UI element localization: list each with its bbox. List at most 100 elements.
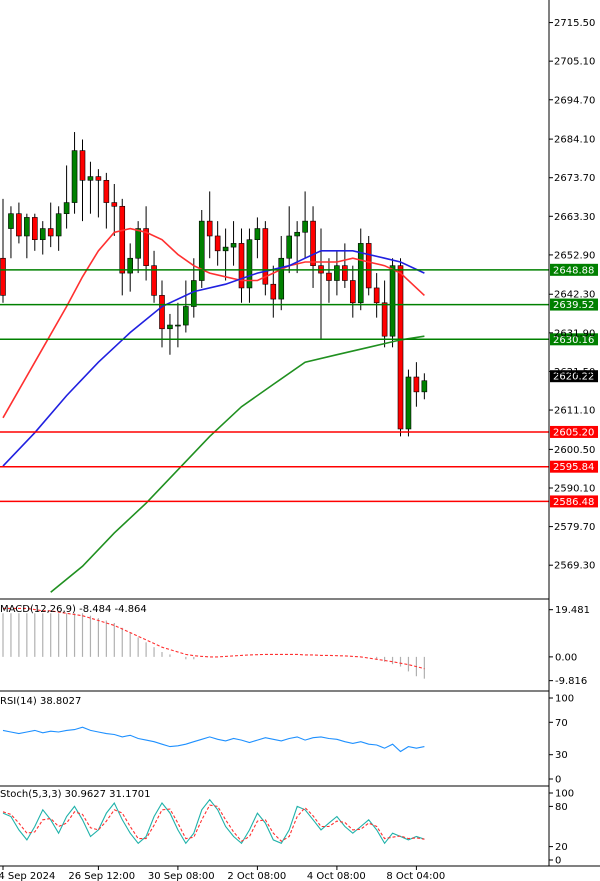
price-axis: 2715.50 2705.10 2694.70 2684.10 2673.70 2663.… [549,18,595,572]
price-tick-label: 2611.10 [554,406,595,417]
candle-body [198,220,205,281]
rsi-label: RSI(14) 38.8027 [0,696,81,707]
candle [413,362,420,407]
candle-body [381,302,388,337]
level-badge-label: 2639.52 [553,300,594,311]
level-badge-label: 2605.20 [553,427,594,438]
candle [397,258,404,437]
candle [103,172,110,229]
candle-body [39,228,46,240]
candle [151,250,157,303]
price-tick-label: 2705.10 [554,57,595,68]
price-tick-label: 2631.90 [554,328,595,339]
candle-body [71,150,78,203]
time-tick-label: 30 Sep 08:00 [148,871,215,881]
candle [373,273,380,318]
candle [254,217,261,259]
price-tick-label: 2600.50 [554,445,595,456]
time-tick-label: 24 Sep 2024 [0,871,55,881]
candle-body [373,287,380,304]
candle-body [365,243,372,289]
candle-body [421,380,428,393]
candle-body [310,220,316,266]
candle [167,313,173,355]
price-tick-label: 2673.70 [554,173,595,184]
candle-body [167,324,173,330]
candle-body [159,295,165,330]
candle [16,202,22,244]
stoch-tick-label: 100 [555,789,574,800]
candle-body [103,180,110,203]
level-lines: 2648.882639.522630.162605.202595.842586.… [0,263,598,508]
candle-body [286,235,293,259]
candle [175,302,181,348]
price-tick-label: 2642.30 [554,290,595,301]
candle [159,280,165,348]
candle [31,213,38,251]
candle-body [334,265,340,281]
candle-body [342,265,348,281]
time-axis: 24 Sep 2024 26 Sep 12:00 30 Sep 08:00 2 Oct… [0,866,445,881]
candle [24,213,30,259]
candle-body [24,217,30,237]
moving-average-line [50,335,425,593]
rsi-tick-label: 70 [555,718,568,729]
candle-body [254,228,261,240]
candle-body [79,150,86,181]
candle [0,198,6,303]
rsi-tick-label: 30 [555,750,568,761]
candle [79,139,86,222]
candle-body [63,202,70,215]
price-tick-label: 2621.50 [554,367,595,378]
price-tick-label: 2569.30 [554,561,595,572]
candle [95,169,102,218]
price-tick-label: 2652.90 [554,250,595,261]
candle [55,206,62,251]
price-tick-label: 2684.10 [554,135,595,146]
candle-body [214,235,221,252]
macd-tick-label: -9.816 [555,676,587,687]
macd-tick-label: 0.00 [555,652,577,663]
candle-body [111,202,118,207]
candle-body [294,231,300,237]
candle-body [87,176,94,181]
time-tick-label: 8 Oct 04:00 [386,871,445,881]
stoch-k-line [2,798,425,845]
stoch-panel: 100 80 20 0 [2,789,574,867]
price-tick-label: 2590.10 [554,483,595,494]
candle-body [135,228,141,259]
candle-body [349,280,356,304]
candle-body [206,220,213,237]
stoch-label: Stoch(5,3,3) 30.9627 31.1701 [0,789,151,800]
candle-body [222,246,229,252]
time-tick-label: 26 Sep 12:00 [68,871,135,881]
stoch-tick-label: 80 [555,802,568,813]
candle-body [55,213,62,237]
candle-body [119,205,126,274]
candle [302,191,308,259]
candle [119,198,126,296]
candle [63,165,70,229]
candle [310,206,316,288]
candle [381,280,388,348]
price-tick-label: 2579.70 [554,522,595,533]
candle [230,221,237,266]
candle [246,228,253,303]
chart: 2648.882639.522630.162605.202595.842586.… [0,0,600,881]
candle-body [389,265,396,337]
rsi-tick-label: 0 [555,775,561,786]
candle-body [0,257,6,296]
candle-body [47,228,54,237]
candle-body [95,176,102,181]
candle [365,235,372,296]
candle-body [302,220,308,233]
candle-body [183,306,189,326]
time-tick-label: 4 Oct 08:00 [307,871,366,881]
price-panel [0,132,428,593]
candle [71,132,78,214]
macd-panel: 19.481 0.00 -9.816 [2,605,590,687]
candle [39,221,46,255]
candle-body [16,213,22,237]
candle [87,161,94,214]
level-badge-label: 2586.48 [553,497,594,508]
